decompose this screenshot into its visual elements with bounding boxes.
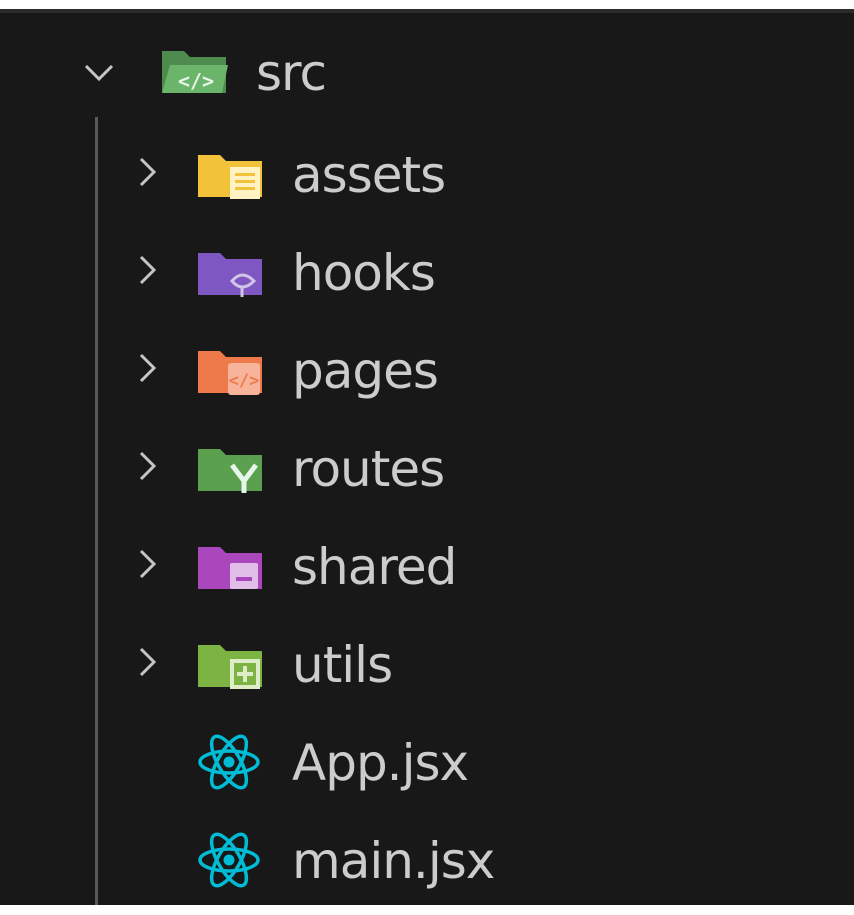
tree-item-app-jsx[interactable]: App.jsx <box>0 713 854 811</box>
folder-utils-icon <box>196 639 266 691</box>
tree-item-utils[interactable]: utils <box>0 615 854 713</box>
tree-item-src[interactable]: </> src <box>0 27 854 125</box>
folder-hooks-icon <box>196 247 266 299</box>
tree-item-label: hooks <box>292 244 436 302</box>
react-icon <box>196 729 262 795</box>
tree-item-assets[interactable]: assets <box>0 125 854 223</box>
tree-item-label: pages <box>292 342 439 400</box>
tree-item-label: src <box>256 44 327 102</box>
chevron-right-icon <box>130 155 164 189</box>
tree-item-label: shared <box>292 538 457 596</box>
tree-item-pages[interactable]: </> pages <box>0 321 854 419</box>
folder-shared-icon <box>196 541 266 593</box>
chevron-right-icon <box>130 449 164 483</box>
svg-text:</>: </> <box>229 371 260 391</box>
tree-item-label: utils <box>292 636 393 694</box>
react-icon <box>196 827 262 893</box>
tree-item-label: assets <box>292 146 446 204</box>
tree-item-hooks[interactable]: hooks <box>0 223 854 321</box>
chevron-right-icon <box>130 547 164 581</box>
tree-item-label: main.jsx <box>292 832 495 890</box>
tree-item-routes[interactable]: routes <box>0 419 854 517</box>
svg-text:</>: </> <box>178 69 214 93</box>
folder-assets-icon <box>196 149 266 201</box>
tree-item-label: routes <box>292 440 445 498</box>
tree-item-main-jsx[interactable]: main.jsx <box>0 811 854 905</box>
folder-pages-icon: </> <box>196 345 266 397</box>
file-explorer: </> src assets hooks </> pages routes sh… <box>0 9 854 905</box>
chevron-right-icon <box>130 645 164 679</box>
tree-item-label: App.jsx <box>292 734 469 792</box>
folder-routes-icon <box>196 443 266 495</box>
chevron-down-icon <box>82 55 116 89</box>
chevron-right-icon <box>130 351 164 385</box>
folder-src-open-icon: </> <box>160 45 230 97</box>
chevron-right-icon <box>130 253 164 287</box>
tree-item-shared[interactable]: shared <box>0 517 854 615</box>
